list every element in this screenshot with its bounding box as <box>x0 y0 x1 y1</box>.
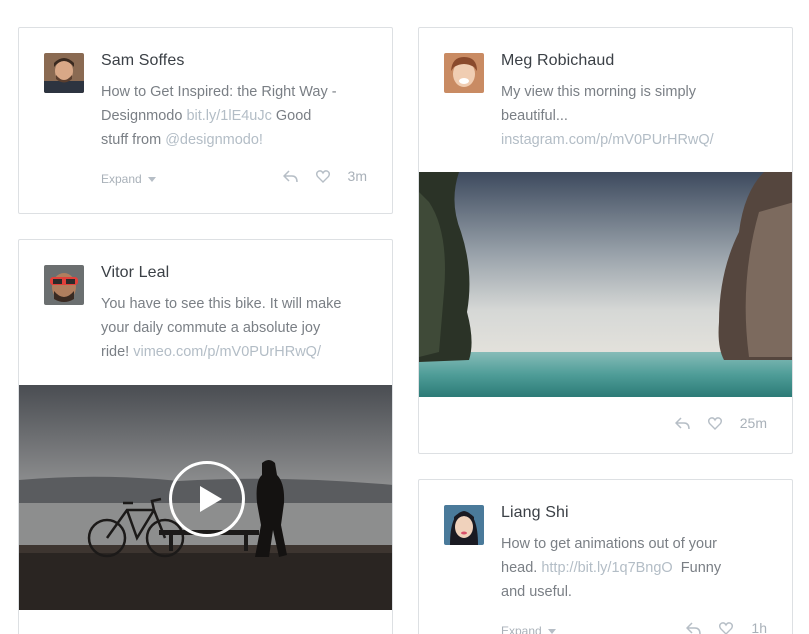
post-footer: Expand 1h <box>419 620 792 634</box>
post-time: 3m <box>347 168 367 184</box>
expand-label: Expand <box>101 172 142 186</box>
post-card: Sam Soffes How to Get Inspired: the Righ… <box>18 27 393 214</box>
post-text: My view this morning is simply beautiful… <box>501 80 714 152</box>
post-link[interactable]: http://bit.ly/1q7BngO <box>541 560 672 576</box>
post-text-segment: Designmodo <box>101 108 187 124</box>
avatar[interactable] <box>44 53 84 93</box>
post-text-segment: Good <box>271 108 312 124</box>
post-text-line: ride! vimeo.com/p/mV0PUrHRwQ/ <box>101 340 341 364</box>
avatar[interactable] <box>444 505 484 545</box>
post-text-line: How to get animations out of your <box>501 536 718 552</box>
heart-icon[interactable] <box>719 621 734 634</box>
post-text: How to Get Inspired: the Right Way - Des… <box>101 80 337 152</box>
post-text-line: Designmodo bit.ly/1lE4uJc Good <box>101 104 337 128</box>
post-text-line: beautiful... <box>501 108 568 124</box>
post-text-segment: ride! <box>101 344 134 360</box>
chevron-down-icon <box>147 176 156 182</box>
reply-icon[interactable] <box>282 169 298 183</box>
chevron-down-icon <box>547 628 556 634</box>
post-time: 1h <box>751 620 767 634</box>
heart-icon[interactable] <box>707 416 722 430</box>
post-actions: 1h <box>686 620 767 634</box>
post-actions: 25m <box>675 415 767 431</box>
video-player[interactable] <box>19 385 392 610</box>
author-name[interactable]: Liang Shi <box>501 504 569 522</box>
post-text-line: head. http://bit.ly/1q7BngO Funny <box>501 556 721 580</box>
post-text-line: and useful. <box>501 584 572 600</box>
post-actions: 3m <box>282 168 367 184</box>
avatar[interactable] <box>44 265 84 305</box>
mention-link[interactable]: @designmodo! <box>165 132 263 148</box>
post-text-line: your daily commute a absolute joy <box>101 320 321 336</box>
heart-icon[interactable] <box>315 169 330 183</box>
post-link[interactable]: vimeo.com/p/mV0PUrHRwQ/ <box>133 344 321 360</box>
post-text-line: How to Get Inspired: the Right Way - <box>101 84 337 100</box>
play-icon <box>200 486 222 512</box>
author-name[interactable]: Vitor Leal <box>101 264 169 282</box>
post-text-line: stuff from @designmodo! <box>101 128 337 152</box>
post-text-segment: stuff from <box>101 132 166 148</box>
post-text-segment: head. <box>501 560 542 576</box>
author-name[interactable]: Sam Soffes <box>101 52 184 70</box>
post-text: How to get animations out of your head. … <box>501 532 721 604</box>
play-button[interactable] <box>169 461 245 537</box>
post-text-line: My view this morning is simply <box>501 84 696 100</box>
post-link[interactable]: bit.ly/1lE4uJc <box>186 108 271 124</box>
post-footer: 25m <box>419 415 792 439</box>
expand-button[interactable]: Expand <box>101 172 156 186</box>
post-text: You have to see this bike. It will make … <box>101 292 341 364</box>
post-photo[interactable] <box>419 172 792 397</box>
post-card: Meg Robichaud My view this morning is si… <box>418 27 793 454</box>
post-text-line: You have to see this bike. It will make <box>101 296 342 312</box>
expand-button[interactable]: Expand <box>501 624 556 634</box>
reply-icon[interactable] <box>675 416 690 430</box>
expand-label: Expand <box>501 624 542 634</box>
post-time: 25m <box>739 415 767 431</box>
reply-icon[interactable] <box>686 621 702 634</box>
post-card: Vitor Leal You have to see this bike. It… <box>18 239 393 634</box>
avatar[interactable] <box>444 53 484 93</box>
post-footer: Expand 3m <box>19 168 392 192</box>
post-link[interactable]: instagram.com/p/mV0PUrHRwQ/ <box>501 128 714 152</box>
post-text-segment: Funny <box>672 560 722 576</box>
post-card: Liang Shi How to get animations out of y… <box>418 479 793 634</box>
author-name[interactable]: Meg Robichaud <box>501 52 614 70</box>
